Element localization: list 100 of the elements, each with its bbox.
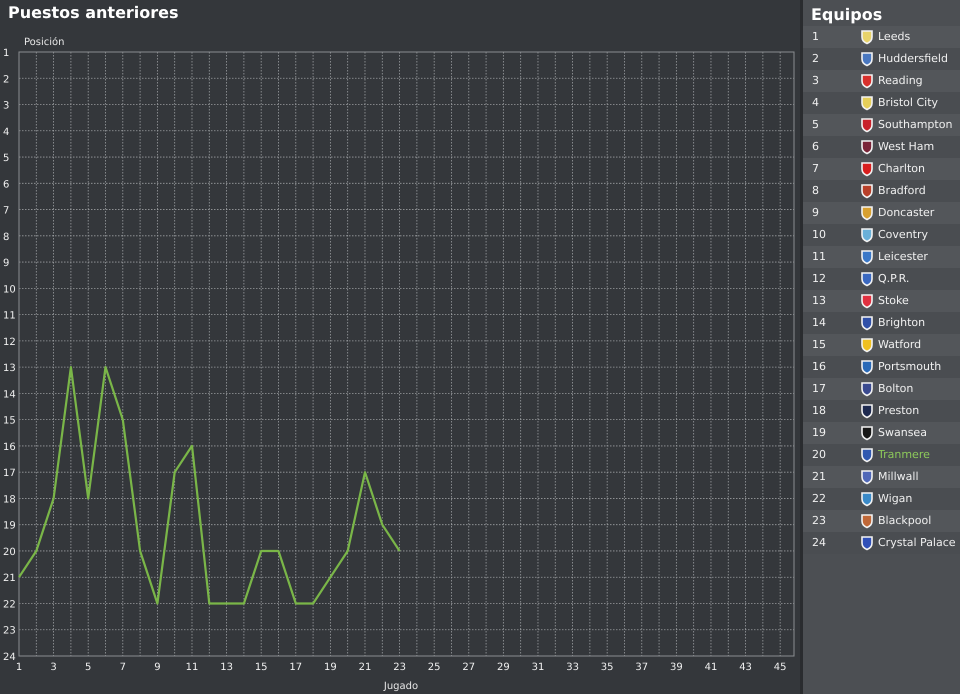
team-row[interactable]: 21 Millwall (803, 466, 960, 488)
team-rank: 13 (811, 292, 827, 309)
team-name: Blackpool (877, 512, 932, 529)
x-tick-label: 25 (428, 662, 441, 673)
y-tick-label: 7 (3, 206, 10, 217)
y-tick-label: 6 (3, 179, 10, 190)
team-rank: 22 (811, 490, 827, 507)
team-row[interactable]: 15 Watford (803, 334, 960, 356)
team-name: Reading (877, 72, 923, 89)
team-row[interactable]: 11 Leicester (803, 246, 960, 268)
team-name: West Ham (877, 138, 934, 155)
y-tick-label: 8 (3, 232, 10, 243)
team-name: Preston (877, 402, 920, 419)
team-name: Stoke (877, 292, 909, 309)
team-row[interactable]: 17 Bolton (803, 378, 960, 400)
x-tick-label: 7 (120, 662, 126, 673)
team-rank: 19 (811, 424, 827, 441)
team-name: Crystal Palace (877, 534, 956, 551)
x-tick-label: 9 (154, 662, 161, 673)
team-row[interactable]: 3 Reading (803, 70, 960, 92)
team-rank: 1 (811, 28, 820, 45)
team-name: Leicester (877, 248, 928, 265)
y-tick-label: 20 (3, 546, 16, 558)
y-tick-label: 19 (3, 520, 16, 532)
x-tick-label: 45 (774, 662, 787, 673)
y-tick-label: 21 (3, 573, 16, 584)
y-tick-label: 22 (3, 599, 16, 610)
x-tick-label: 37 (635, 662, 648, 673)
y-tick-label: 4 (3, 126, 10, 138)
team-row[interactable]: 7 Charlton (803, 158, 960, 180)
team-name: Coventry (877, 226, 928, 243)
team-name: Portsmouth (877, 358, 942, 375)
team-name: Millwall (877, 468, 919, 485)
team-name: Watford (877, 336, 922, 353)
x-tick-label: 35 (600, 662, 614, 673)
team-rank: 21 (811, 468, 827, 485)
team-name: Swansea (877, 424, 927, 441)
y-tick-label: 5 (3, 153, 10, 164)
y-tick-label: 18 (3, 494, 16, 506)
team-row[interactable]: 23 Blackpool (803, 510, 960, 532)
x-tick-label: 41 (704, 662, 718, 673)
x-tick-label: 15 (254, 662, 268, 673)
y-tick-label: 3 (3, 100, 10, 112)
y-tick-label: 13 (3, 363, 16, 374)
x-tick-label: 43 (739, 662, 752, 673)
team-name: Bristol City (877, 94, 938, 111)
team-name: Bradford (877, 182, 926, 199)
team-row[interactable]: 5 Southampton (803, 114, 960, 136)
team-rank: 2 (811, 50, 820, 67)
team-rank: 20 (811, 446, 827, 463)
team-name: Southampton (877, 116, 952, 133)
team-rank: 3 (811, 72, 820, 89)
team-rank: 7 (811, 160, 820, 177)
y-tick-label: 16 (3, 442, 16, 453)
x-tick-label: 11 (186, 662, 198, 673)
y-tick-label: 2 (3, 74, 10, 86)
x-tick-label: 13 (220, 662, 233, 673)
team-rank: 8 (811, 182, 820, 199)
y-tick-label: 10 (3, 284, 16, 296)
x-tick-label: 21 (358, 662, 372, 673)
x-tick-label: 29 (497, 662, 510, 673)
team-rank: 14 (811, 314, 827, 331)
team-row[interactable]: 9 Doncaster (803, 202, 960, 224)
team-rank: 15 (811, 336, 827, 353)
team-rank: 6 (811, 138, 820, 155)
y-tick-label: 9 (3, 258, 10, 270)
team-rank: 17 (811, 380, 827, 397)
team-row[interactable]: 19 Swansea (803, 422, 960, 444)
team-rank: 18 (811, 402, 827, 419)
y-tick-label: 23 (3, 626, 16, 637)
team-rank: 12 (811, 270, 827, 287)
x-tick-label: 5 (85, 662, 92, 673)
team-name: Leeds (877, 28, 910, 45)
x-axis-title: Jugado (384, 681, 418, 692)
team-rank: 23 (811, 512, 827, 529)
x-tick-label: 23 (393, 662, 406, 673)
team-name: Brighton (877, 314, 926, 331)
team-rank: 10 (811, 226, 827, 243)
x-tick-label: 19 (324, 662, 337, 673)
team-row[interactable]: 13 Stoke (803, 290, 960, 312)
team-name: Huddersfield (877, 50, 948, 67)
x-tick-label: 27 (462, 662, 476, 673)
panel-title: Puestos anteriores (7, 2, 180, 24)
team-name: Q.P.R. (877, 270, 910, 287)
x-tick-label: 3 (50, 662, 57, 673)
y-tick-label: 11 (3, 310, 16, 322)
panel-title: Equipos (810, 4, 884, 26)
team-name: Wigan (877, 490, 912, 507)
team-name: Tranmere (877, 446, 930, 463)
x-tick-label: 1 (16, 662, 22, 673)
team-rank: 9 (811, 204, 820, 221)
team-rank: 11 (811, 248, 827, 265)
team-rank: 16 (811, 358, 827, 375)
x-tick-label: 39 (670, 662, 683, 673)
team-rank: 5 (811, 116, 820, 133)
y-tick-label: 24 (3, 652, 16, 663)
y-tick-label: 17 (3, 468, 16, 480)
team-name: Charlton (877, 160, 925, 177)
team-row[interactable]: 1 Leeds (803, 26, 960, 48)
y-tick-label: 12 (3, 336, 16, 348)
